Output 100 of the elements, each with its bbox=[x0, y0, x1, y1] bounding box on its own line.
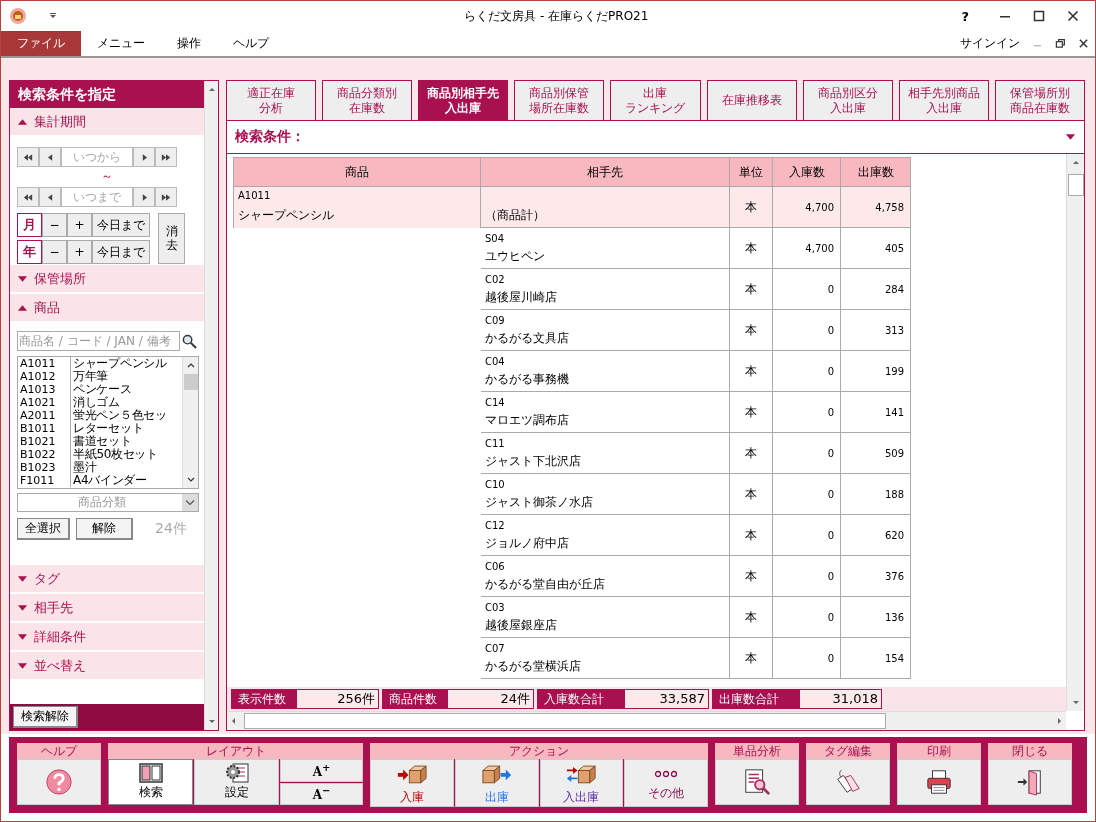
section-header[interactable]: 保管場所 bbox=[10, 265, 204, 294]
minus-button[interactable]: − bbox=[42, 213, 67, 237]
minus-button[interactable]: − bbox=[42, 240, 67, 264]
close-icon[interactable] bbox=[1078, 38, 1089, 49]
date-field[interactable]: いつまで bbox=[61, 187, 133, 207]
today-button[interactable]: 今日まで bbox=[92, 240, 150, 264]
tab[interactable]: 商品別区分 入出庫 bbox=[802, 80, 893, 120]
reset-search-button[interactable]: 検索解除 bbox=[13, 706, 78, 728]
column-header[interactable]: 相手先 bbox=[481, 157, 730, 187]
section-header[interactable]: 集計期間 bbox=[10, 108, 204, 137]
tab[interactable]: 在庫推移表 bbox=[706, 80, 797, 120]
scroll-down-icon[interactable] bbox=[1071, 700, 1080, 705]
date-field[interactable]: いつから bbox=[61, 147, 133, 167]
scroll-down-icon[interactable] bbox=[186, 477, 195, 482]
restore-icon[interactable] bbox=[1055, 38, 1066, 49]
clear-button[interactable]: 消去 bbox=[158, 213, 185, 264]
column-header[interactable]: 入庫数 bbox=[773, 157, 841, 187]
in-button[interactable]: 入庫 bbox=[370, 759, 454, 807]
scroll-up-icon[interactable] bbox=[207, 87, 216, 92]
product-list-item[interactable]: A1011 シャープペンシル bbox=[18, 357, 182, 370]
plus-button[interactable]: + bbox=[67, 213, 92, 237]
last-button[interactable] bbox=[155, 187, 177, 207]
analysis-button[interactable] bbox=[715, 759, 799, 805]
first-button[interactable] bbox=[17, 187, 39, 207]
section-header[interactable]: タグ bbox=[10, 565, 204, 594]
scrollbar[interactable] bbox=[204, 81, 218, 730]
scroll-down-icon[interactable] bbox=[207, 719, 216, 724]
section-header[interactable]: 並べ替え bbox=[10, 652, 204, 681]
settings-button[interactable]: 設定 bbox=[194, 759, 279, 805]
close-button[interactable] bbox=[988, 759, 1072, 805]
next-button[interactable] bbox=[133, 187, 155, 207]
first-button[interactable] bbox=[17, 147, 39, 167]
number-cell: 4,758 bbox=[841, 187, 911, 228]
section-header[interactable]: 詳細条件 bbox=[10, 623, 204, 652]
previous-button[interactable] bbox=[39, 187, 61, 207]
font-decrease-button[interactable]: A$^{−}$ bbox=[280, 782, 363, 805]
tab[interactable]: 商品別相手先 入出庫 bbox=[418, 80, 509, 120]
column-header[interactable]: 商品 bbox=[233, 157, 481, 187]
tab[interactable]: 出庫 ランキング bbox=[610, 80, 701, 120]
horizontal-scrollbar[interactable] bbox=[227, 711, 1066, 730]
tab[interactable]: 商品別保管 場所在庫数 bbox=[514, 80, 605, 120]
scrollbar[interactable] bbox=[182, 357, 198, 488]
product-list-item[interactable]: B1021 書道セット bbox=[18, 435, 182, 448]
scroll-right-icon[interactable] bbox=[1057, 717, 1062, 725]
scrollbar[interactable] bbox=[1066, 154, 1084, 711]
close-icon[interactable] bbox=[1067, 10, 1079, 22]
tab[interactable]: 適正在庫 分析 bbox=[226, 80, 317, 120]
product-list-item[interactable]: B1022 半紙50枚セット bbox=[18, 448, 182, 461]
group-label: 印刷 bbox=[897, 743, 981, 759]
scroll-up-icon[interactable] bbox=[1071, 160, 1080, 165]
menu-item[interactable]: ファイル bbox=[1, 31, 81, 56]
scroll-up-icon[interactable] bbox=[186, 363, 195, 368]
unit-button[interactable]: 年 bbox=[17, 240, 42, 264]
scroll-thumb[interactable] bbox=[183, 374, 198, 390]
summary-value: 33,587 bbox=[625, 690, 708, 708]
product-list-item[interactable]: F1011 A4バインダー bbox=[18, 474, 182, 487]
column-header[interactable]: 単位 bbox=[730, 157, 773, 187]
search-field[interactable]: 商品名 / コード / JAN / 備考 bbox=[17, 331, 181, 351]
scroll-thumb[interactable] bbox=[1067, 174, 1084, 196]
product-list-item[interactable]: A1013 ペンケース bbox=[18, 383, 182, 396]
select-all-button[interactable]: 全選択 bbox=[17, 518, 70, 540]
last-button[interactable] bbox=[155, 147, 177, 167]
panel-title: 検索条件を指定 bbox=[10, 81, 204, 108]
help-button[interactable]: ? bbox=[955, 8, 975, 24]
previous-button[interactable] bbox=[39, 147, 61, 167]
next-button[interactable] bbox=[133, 147, 155, 167]
column-header[interactable]: 出庫数 bbox=[841, 157, 911, 187]
section-header[interactable]: 相手先 bbox=[10, 594, 204, 623]
app-logo-icon[interactable] bbox=[9, 7, 27, 25]
unit-button[interactable]: 月 bbox=[17, 213, 42, 237]
menu-item[interactable]: 操作 bbox=[161, 31, 217, 56]
inout-button[interactable]: 入出庫 bbox=[539, 759, 624, 807]
number-cell: 141 bbox=[841, 392, 911, 433]
tab[interactable]: 商品分類別 在庫数 bbox=[322, 80, 413, 120]
product-list-item[interactable]: B1011 レターセット bbox=[18, 422, 182, 435]
expand-icon[interactable] bbox=[1065, 133, 1076, 141]
tab[interactable]: 相手先別商品 入出庫 bbox=[898, 80, 989, 120]
section-header[interactable]: 商品 bbox=[10, 294, 204, 323]
signin-link[interactable]: サインイン bbox=[960, 35, 1020, 52]
quick-access-dropdown-icon[interactable] bbox=[49, 13, 57, 19]
search-button[interactable]: 検索 bbox=[108, 759, 193, 805]
deselect-button[interactable]: 解除 bbox=[76, 518, 133, 540]
search-icon[interactable] bbox=[182, 333, 197, 349]
product-list-item[interactable]: A2011 蛍光ペン５色セッ bbox=[18, 409, 182, 422]
partner-cell: C14 マロエツ調布店 bbox=[481, 392, 730, 433]
product-list-item[interactable]: B1023 墨汁 bbox=[18, 461, 182, 474]
font-increase-button[interactable]: A$^{+}$ bbox=[280, 759, 363, 782]
scroll-thumb[interactable] bbox=[244, 713, 886, 729]
other-button[interactable]: その他 bbox=[624, 759, 708, 807]
menu-item[interactable]: ヘルプ bbox=[217, 31, 285, 56]
out-button[interactable]: 出庫 bbox=[454, 759, 539, 807]
menu-item[interactable]: メニュー bbox=[81, 31, 161, 56]
product-list-item[interactable]: A1021 消しゴム bbox=[18, 396, 182, 409]
today-button[interactable]: 今日まで bbox=[92, 213, 150, 237]
maximize-icon[interactable] bbox=[1033, 10, 1045, 22]
product-list-item[interactable]: A1012 万年筆 bbox=[18, 370, 182, 383]
plus-button[interactable]: + bbox=[67, 240, 92, 264]
tab[interactable]: 保管場所別 商品在庫数 bbox=[994, 80, 1085, 120]
scroll-left-icon[interactable] bbox=[231, 717, 236, 725]
print-button[interactable] bbox=[897, 759, 981, 805]
